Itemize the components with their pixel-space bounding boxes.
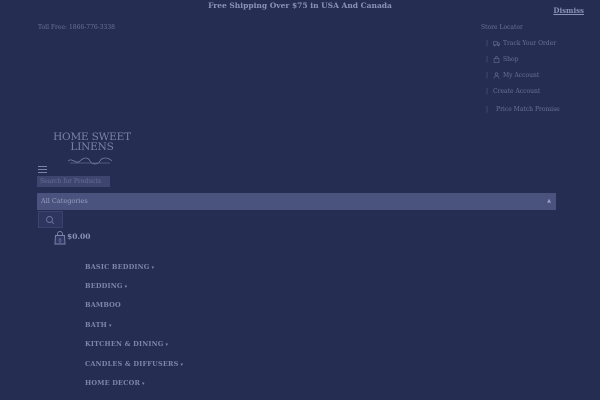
- nav-item-label: BATH: [85, 321, 107, 329]
- chevron-down-icon: ▾: [151, 265, 155, 271]
- create-account-label: Create Account: [493, 88, 541, 95]
- nav-item-candles-diffusers[interactable]: CANDLES & DIFFUSERS ▾: [85, 360, 183, 368]
- chevron-down-icon: ▾: [108, 323, 112, 329]
- price-match-label: Price Match Promise: [496, 106, 560, 113]
- nav-item-kitchen-dining[interactable]: KITCHEN & DINING ▾: [85, 340, 168, 348]
- track-order-label: Track Your Order: [503, 40, 557, 47]
- category-selected-value: All Categories: [41, 197, 88, 205]
- category-select[interactable]: All Categories ▲: [37, 193, 556, 210]
- cart-count: 0: [58, 239, 61, 245]
- truck-icon: [493, 41, 500, 47]
- promo-bar: Free Shipping Over $75 in USA And Canada: [0, 0, 600, 12]
- search-input[interactable]: [37, 176, 110, 187]
- nav-item-bamboo[interactable]: BAMBOO: [85, 301, 121, 309]
- nav-item-basic-bedding[interactable]: BASIC BEDDING ▾: [85, 263, 154, 271]
- bag-icon: [493, 56, 500, 63]
- dismiss-link[interactable]: Dismiss: [553, 6, 584, 15]
- nav-item-label: BASIC BEDDING: [85, 263, 150, 271]
- toll-free-text: Toll Free: 1866-776-3338: [38, 24, 116, 31]
- my-account-link[interactable]: | My Account: [486, 72, 539, 79]
- store-locator-link[interactable]: Store Locator: [481, 24, 523, 31]
- cart-button[interactable]: 0: [54, 231, 66, 245]
- cart-total: $0.00: [67, 232, 91, 241]
- separator: |: [486, 40, 489, 47]
- chevron-down-icon: ▾: [165, 342, 169, 348]
- nav-item-label: BAMBOO: [85, 301, 121, 309]
- chevron-down-icon: ▲: [547, 198, 551, 204]
- search-button[interactable]: [38, 211, 63, 228]
- nav-item-bath[interactable]: BATH ▾: [85, 321, 112, 329]
- logo[interactable]: HOME SWEET LINENS: [46, 132, 138, 153]
- promo-text: Free Shipping Over $75 in USA And Canada: [208, 1, 392, 10]
- search-icon: [46, 216, 55, 225]
- separator: |: [486, 106, 489, 113]
- page: Free Shipping Over $75 in USA And Canada…: [0, 0, 600, 400]
- nav-item-label: KITCHEN & DINING: [85, 340, 164, 348]
- nav-item-label: CANDLES & DIFFUSERS: [85, 360, 179, 368]
- shop-label: Shop: [503, 56, 519, 63]
- price-match-link[interactable]: | Price Match Promise: [486, 106, 560, 113]
- chevron-down-icon: ▾: [124, 284, 128, 290]
- nav-item-bedding[interactable]: BEDDING ▾: [85, 282, 127, 290]
- separator: |: [486, 72, 489, 79]
- track-order-link[interactable]: | Track Your Order: [486, 40, 556, 47]
- logo-flourish-icon: [67, 157, 113, 165]
- chevron-down-icon: ▾: [142, 381, 145, 387]
- chevron-down-icon: ▾: [180, 362, 184, 368]
- separator: |: [486, 56, 489, 63]
- nav-item-label: HOME DECOR: [85, 379, 141, 387]
- user-icon: [493, 72, 500, 79]
- menu-icon[interactable]: [38, 166, 47, 174]
- my-account-label: My Account: [503, 72, 540, 79]
- separator: |: [486, 88, 489, 95]
- nav-item-label: BEDDING: [85, 282, 123, 290]
- nav-item-home-decor[interactable]: HOME DECOR ▾: [85, 379, 145, 387]
- logo-line-2: LINENS: [70, 141, 114, 153]
- shop-link[interactable]: | Shop: [486, 56, 518, 63]
- create-account-link[interactable]: | Create Account: [486, 88, 540, 95]
- shopping-bag-icon: 0: [54, 231, 66, 245]
